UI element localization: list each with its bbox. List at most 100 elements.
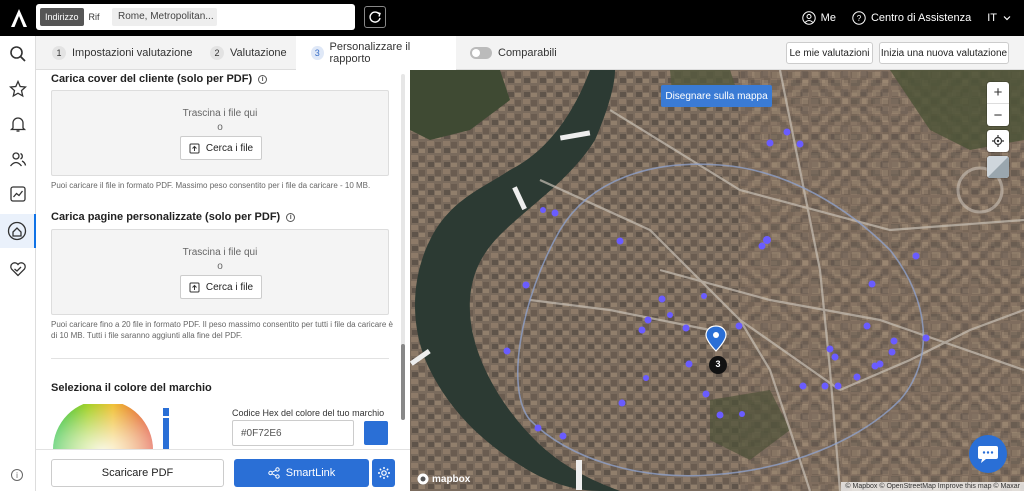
upload-icon [189,282,200,292]
panel-footer: Scaricare PDF SmartLink [36,449,410,491]
dropzone-or: o [217,122,223,133]
chart-icon [10,186,26,202]
hex-label: Codice Hex del colore del tuo marchio [232,408,385,418]
smartlink-button[interactable]: SmartLink [234,459,369,487]
tab-number: 3 [311,46,324,60]
color-swatch[interactable] [364,421,388,445]
mode-ref-option[interactable]: Rif [84,8,105,26]
chat-button[interactable] [969,435,1007,473]
hex-color-input[interactable] [232,420,354,446]
user-menu[interactable]: Me [801,11,836,25]
tab-number: 2 [210,46,224,60]
share-icon [268,467,280,479]
user-label: Me [820,12,836,24]
comparables-switch[interactable] [470,47,492,59]
mapbox-icon [417,473,429,485]
tab-label: Impostazioni valutazione [72,47,193,59]
location-input[interactable]: Rome, Metropolitan... [112,8,217,26]
brand-color-title: Seleziona il colore del marchio [51,382,212,394]
map-view[interactable]: 3 Disegnare sulla mappa + − mapbox © Map… [410,70,1024,491]
step-tabs: 1 Impostazioni valutazione 2 Valutazione… [36,36,1024,70]
tab-label: Valutazione [230,47,287,59]
browse-label: Cerca i file [205,281,254,293]
refresh-button[interactable] [364,6,386,28]
users-icon [9,152,27,167]
cover-note: Puoi caricare il file in formato PDF. Ma… [51,181,371,190]
my-valuations-button[interactable]: Le mie valutazioni [786,42,873,64]
cover-dropzone[interactable]: Trascina i file qui o Cerca i file [51,90,389,176]
cover-browse-button[interactable]: Cerca i file [180,136,262,160]
logo-icon[interactable] [10,8,28,28]
rail-favorites[interactable] [0,72,36,106]
smartlink-settings-button[interactable] [372,459,395,487]
map-layer-icon [987,156,1009,178]
color-wheel[interactable] [51,404,156,450]
rail-search[interactable] [0,37,36,71]
language-selector[interactable]: IT [987,12,1012,24]
info-icon[interactable]: i [11,469,23,481]
report-settings-panel: Carica cover del cliente (solo per PDF) … [36,70,410,491]
help-center-link[interactable]: ? Centro di Assistenza [852,11,971,25]
panel-scroll-thumb[interactable] [401,344,405,420]
user-icon [801,11,816,25]
tab-number: 1 [52,46,66,60]
cover-section-title: Carica cover del cliente (solo per PDF) … [51,73,268,85]
search-icon [10,46,26,62]
mapbox-label: mapbox [432,473,471,485]
smartlink-label: SmartLink [285,467,336,479]
comparables-label: Comparabili [498,47,557,59]
icon-rail [0,36,36,491]
new-valuation-button[interactable]: Inizia una nuova valutazione [879,42,1009,64]
bell-icon [9,117,27,132]
mapbox-logo: mapbox [417,473,470,485]
handshake-icon [10,262,26,277]
tab-valuation[interactable]: 2 Valutazione [210,36,287,70]
zoom-in-button[interactable]: + [987,82,1009,104]
rail-valuation[interactable] [0,214,36,248]
draw-on-map-button[interactable]: Disegnare sulla mappa [661,85,772,107]
chat-bubble-icon [978,446,998,463]
home-valuation-icon [7,221,27,241]
rail-deals[interactable] [0,252,36,286]
section-divider [51,358,389,359]
custom-pages-browse-button[interactable]: Cerca i file [180,275,262,299]
map-style-button[interactable] [987,156,1009,178]
info-icon[interactable]: i [286,212,296,222]
map-attribution[interactable]: © Mapbox © OpenStreetMap Improve this ma… [841,482,1024,491]
info-icon[interactable]: i [258,74,268,84]
tab-settings[interactable]: 1 Impostazioni valutazione [52,36,192,70]
dropzone-text: Trascina i file qui [182,108,258,119]
help-center-label: Centro di Assistenza [870,12,972,24]
dropzone-or: o [217,261,223,272]
zoom-controls: + − [987,82,1009,126]
comparables-toggle[interactable]: Comparabili [470,36,557,70]
brightness-slider[interactable] [162,408,170,450]
svg-text:?: ? [857,14,862,23]
dropzone-text: Trascina i file qui [182,247,258,258]
address-search: Indirizzo Rif Rome, Metropolitan... [36,4,355,30]
top-right-menu: Me ? Centro di Assistenza IT [801,0,1012,36]
custom-pages-section-title: Carica pagine personalizzate (solo per P… [51,211,296,223]
cluster-count: 3 [715,359,721,369]
tab-label: Personalizzare il rapporto [329,41,411,65]
upload-icon [189,143,200,153]
language-label: IT [987,12,997,24]
custom-pages-dropzone[interactable]: Trascina i file qui o Cerca i file [51,229,389,315]
custom-pages-note: Puoi caricare fino a 20 file in formato … [51,320,393,340]
browse-label: Cerca i file [205,142,254,154]
satellite-map[interactable] [410,70,1024,491]
chevron-down-icon [1003,16,1011,21]
help-icon: ? [852,11,866,25]
rail-notifications[interactable] [0,107,36,141]
locate-me-button[interactable] [987,130,1009,152]
rail-contacts[interactable] [0,142,36,176]
mode-address-option[interactable]: Indirizzo [40,8,84,26]
brand-color-title-text: Seleziona il colore del marchio [51,382,212,394]
zoom-out-button[interactable]: − [987,104,1009,126]
star-icon [9,80,27,98]
tab-customize-report[interactable]: 3 Personalizzare il rapporto [296,36,456,70]
download-pdf-button[interactable]: Scaricare PDF [51,459,224,487]
top-bar: Indirizzo Rif Rome, Metropolitan... Me ?… [0,0,1024,36]
rail-analytics[interactable] [0,177,36,211]
search-mode-toggle: Indirizzo Rif [40,8,105,26]
